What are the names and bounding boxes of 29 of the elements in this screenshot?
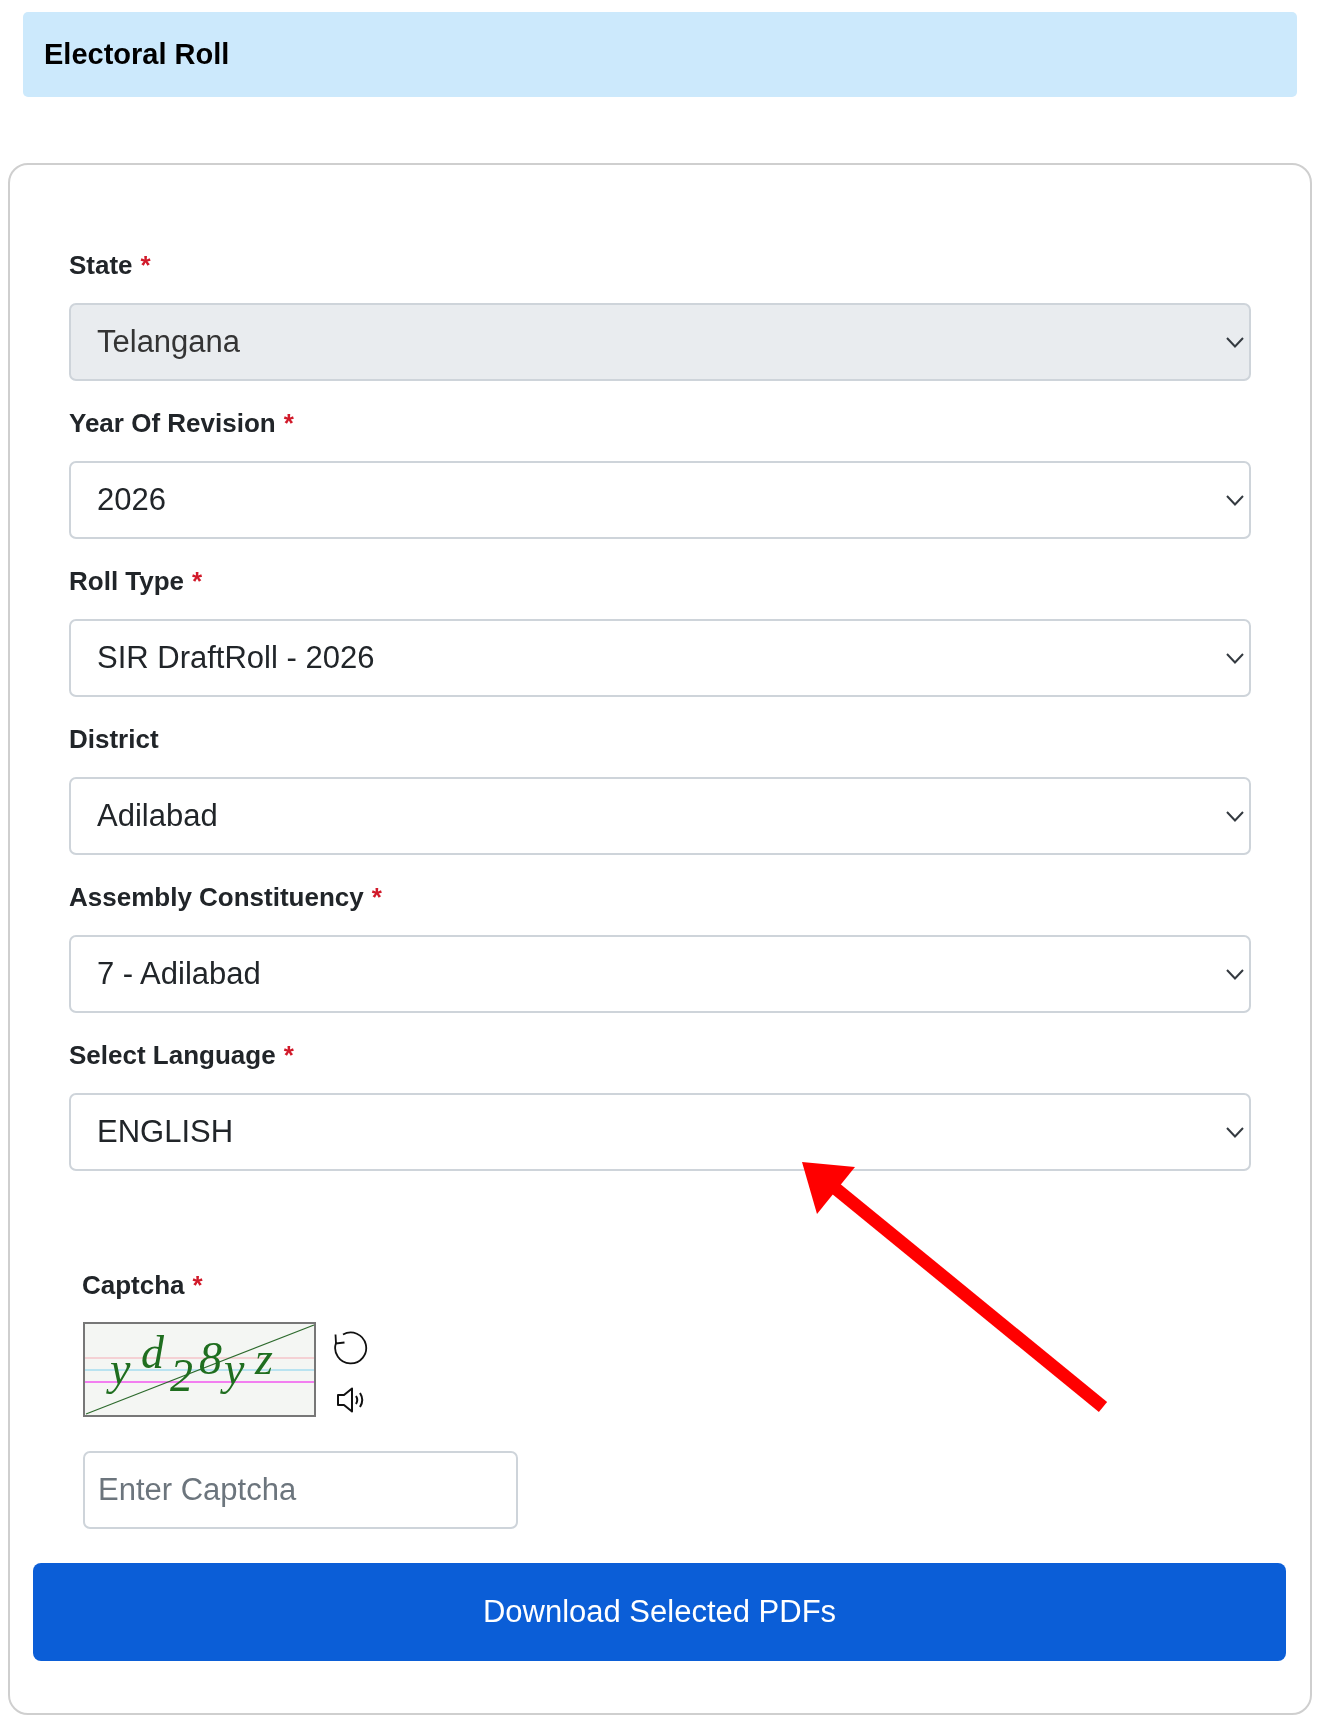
field-label: District [69,724,159,754]
required-mark: * [192,1270,203,1300]
caret-icon [1226,810,1244,822]
dropdown[interactable]: Adilabad [69,777,1251,855]
caret-icon [1226,336,1244,348]
required-mark: * [192,566,203,596]
field-label: Assembly Constituency [69,882,364,912]
speaker-icon[interactable] [336,1386,366,1414]
download-button[interactable]: Download Selected PDFs [33,1563,1286,1661]
caret-icon [1226,494,1244,506]
dropdown[interactable]: 2026 [69,461,1251,539]
dropdown[interactable]: SIR DraftRoll - 2026 [69,619,1251,697]
field-label: Year Of Revision [69,408,276,438]
refresh-icon[interactable] [333,1330,369,1366]
required-mark: * [371,882,382,912]
required-mark: * [283,1040,294,1070]
field-label: Roll Type [69,566,185,596]
dropdown[interactable]: ENGLISH [69,1093,1251,1171]
caret-icon [1226,1126,1244,1138]
field-label: State [69,250,133,280]
caret-icon [1226,968,1244,980]
page-title: Electoral Roll [44,37,230,72]
required-mark: * [140,250,151,280]
captcha-input[interactable]: Enter Captcha [83,1451,518,1529]
dropdown[interactable]: 7 - Adilabad [69,935,1251,1013]
captcha-label: Captcha [82,1270,185,1300]
caret-icon [1226,652,1244,664]
required-mark: * [283,408,294,438]
field-label: Select Language [69,1040,276,1070]
